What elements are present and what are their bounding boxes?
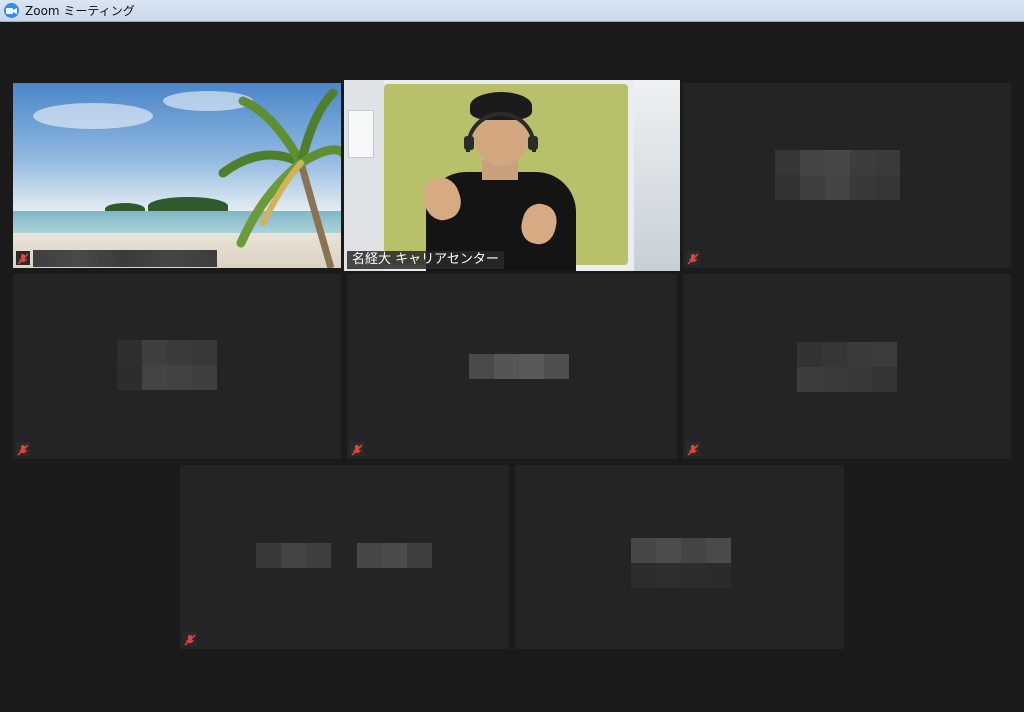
participant-tile[interactable] [515, 465, 844, 649]
microphone-muted-icon [183, 632, 197, 646]
window-title-bar: Zoom ミーティング [0, 0, 1024, 22]
name-mosaic-blurred [469, 354, 569, 379]
participant-tile[interactable] [13, 83, 341, 268]
participant-tile[interactable] [180, 465, 509, 649]
microphone-muted-icon [16, 442, 30, 456]
name-mosaic-blurred [631, 538, 731, 588]
participant-tile[interactable] [347, 274, 677, 459]
zoom-camera-icon [4, 3, 19, 18]
gallery-view: 名経大 キャリアセンター [0, 23, 1024, 712]
name-label-blurred [33, 250, 217, 267]
window-title: Zoom ミーティング [25, 4, 135, 18]
participant-tile[interactable] [683, 83, 1011, 268]
microphone-muted-icon [686, 251, 700, 265]
name-mosaic-blurred [256, 543, 331, 568]
participant-name-label: 名経大 キャリアセンター [347, 251, 504, 269]
microphone-muted-icon [350, 442, 364, 456]
palm-tree-image [218, 88, 341, 268]
name-mosaic-blurred [357, 543, 432, 568]
name-mosaic-blurred [797, 342, 897, 392]
participant-tile[interactable] [13, 274, 341, 459]
microphone-muted-icon [16, 251, 30, 265]
name-mosaic-blurred [117, 340, 217, 390]
wall-notice [348, 110, 374, 158]
participant-tile-active-speaker[interactable]: 名経大 キャリアセンター [344, 80, 680, 271]
name-mosaic-blurred [775, 150, 900, 200]
microphone-muted-icon [686, 442, 700, 456]
cloud [33, 103, 153, 129]
participant-tile[interactable] [683, 274, 1011, 459]
